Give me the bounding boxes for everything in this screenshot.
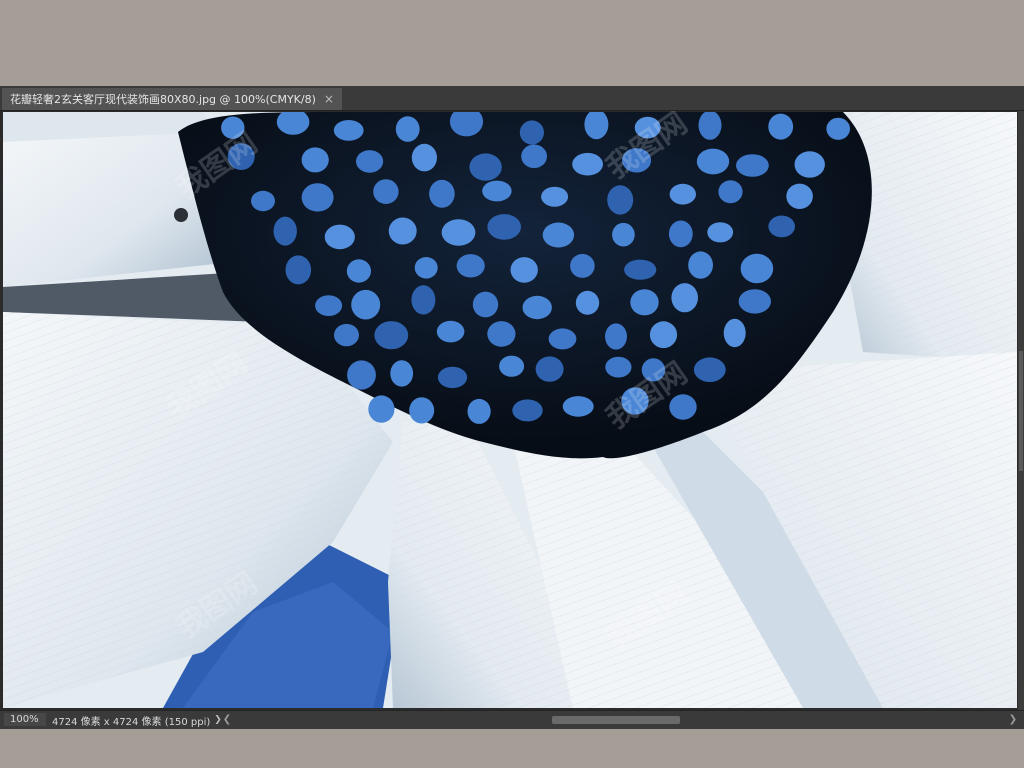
seed-dot [227, 143, 255, 170]
seed-dot [436, 320, 465, 343]
horizontal-scrollbar[interactable]: ❮ ❯ [222, 713, 1018, 726]
seed-dot [374, 321, 409, 350]
seed-dot [541, 186, 569, 207]
seed-dot [301, 183, 334, 212]
seed-dot [624, 259, 657, 280]
seed-dot [707, 222, 734, 243]
seed-dot [346, 259, 371, 283]
document-tab[interactable]: 花瓣轻奢2玄关客厅现代装饰画80X80.jpg @ 100%(CMYK/8) × [2, 88, 342, 110]
seed-dot [456, 254, 485, 278]
seed-dot [273, 216, 297, 246]
chevron-right-icon[interactable]: ❯ [1008, 713, 1018, 726]
seed-dot [469, 153, 502, 181]
seed-dot [221, 116, 245, 139]
seed-dot [487, 321, 516, 347]
seed-dot [669, 183, 696, 205]
seed-dot [723, 318, 746, 348]
seed-dot [641, 358, 666, 382]
seed-dot [472, 291, 499, 318]
chevron-right-icon[interactable]: ❯ [214, 715, 222, 725]
seed-dot [605, 356, 632, 378]
seed-dot [688, 251, 713, 279]
canvas-image [3, 112, 1017, 708]
seed-dot [429, 179, 455, 208]
seed-dot [351, 289, 381, 320]
zoom-field[interactable]: 100% [4, 713, 46, 726]
seed-dot [575, 290, 600, 315]
canvas-area[interactable]: 我图网 我图网 我图网 我图网 我图网 我图网 [0, 111, 1024, 710]
seed-dot [786, 183, 813, 209]
seed-dot [768, 113, 794, 140]
seed-dot [794, 151, 825, 178]
seed-dot [696, 148, 730, 175]
vertical-scroll-thumb[interactable] [1019, 351, 1023, 471]
chevron-left-icon[interactable]: ❮ [222, 713, 232, 726]
seed-dot [437, 366, 468, 389]
seed-dot [649, 321, 678, 349]
seed-dot [738, 289, 771, 314]
seed-dot [612, 222, 635, 247]
seed-dot [324, 224, 355, 250]
seed-dot [390, 360, 414, 387]
seed-dot [572, 152, 603, 176]
seed-dot [621, 387, 649, 415]
seed-dot [535, 356, 564, 382]
seed-dot [315, 295, 343, 316]
seed-dot [718, 180, 743, 204]
seed-dot [740, 253, 774, 284]
seed-dot [414, 257, 438, 279]
document-info-text: 4724 像素 x 4724 像素 (150 ppi) [52, 716, 211, 728]
seed-dot [668, 220, 693, 248]
seed-dot [522, 295, 552, 320]
seed-dot [356, 150, 384, 173]
seed-dot [562, 396, 594, 417]
seed-dot [622, 148, 652, 173]
seed-dot [499, 355, 525, 377]
seed-dot [693, 357, 726, 382]
seed-dot [333, 120, 364, 141]
app-background: 花瓣轻奢2玄关客厅现代装饰画80X80.jpg @ 100%(CMYK/8) × [0, 0, 1024, 768]
document-tab-bar: 花瓣轻奢2玄关客厅现代装饰画80X80.jpg @ 100%(CMYK/8) × [0, 86, 1024, 111]
seed-dot [630, 289, 659, 316]
horizontal-scroll-thumb[interactable] [552, 716, 680, 724]
seed-dot [347, 360, 376, 390]
vertical-scrollbar[interactable] [1018, 111, 1024, 710]
seed-dot [826, 117, 850, 140]
seed-dot [542, 222, 575, 248]
status-bar: 100% 4724 像素 x 4724 像素 (150 ppi) ❯ ❮ ❯ [0, 710, 1024, 729]
document-info[interactable]: 4724 像素 x 4724 像素 (150 ppi) ❯ [52, 713, 222, 728]
document-tab-title: 花瓣轻奢2玄关客厅现代装饰画80X80.jpg @ 100%(CMYK/8) [10, 93, 316, 106]
seed-dot [512, 399, 543, 422]
seed-dot [671, 283, 698, 313]
seed-dot [334, 323, 359, 347]
seed-dot [411, 285, 436, 315]
seed-dot [368, 395, 395, 423]
seed-dot [467, 398, 491, 424]
seed-dot [409, 397, 435, 424]
zoom-value: 100% [10, 714, 39, 725]
document-window: 花瓣轻奢2玄关客厅现代装饰画80X80.jpg @ 100%(CMYK/8) × [0, 86, 1024, 729]
seed-dot [607, 185, 634, 215]
seed-dot [301, 147, 329, 173]
seed-dot [482, 180, 512, 202]
seed-dot [411, 143, 437, 172]
seed-dot [570, 253, 595, 278]
seed-dot [395, 116, 420, 142]
seed-dot [634, 116, 661, 139]
seed-dot [605, 323, 627, 350]
seed-dot [669, 394, 697, 420]
seed-dot [519, 120, 545, 145]
seed-dot [251, 190, 275, 212]
seed-dot [510, 257, 538, 283]
seed-dot [487, 214, 521, 240]
seed-dot [521, 144, 547, 169]
seed-dot [548, 328, 577, 350]
seed-dot [388, 217, 417, 245]
seed-dot [441, 219, 476, 246]
seed-dot [373, 179, 399, 204]
seed-dot [285, 255, 312, 285]
seed-dot [768, 215, 795, 238]
close-icon[interactable]: × [324, 93, 334, 105]
seed-dot [736, 154, 769, 177]
